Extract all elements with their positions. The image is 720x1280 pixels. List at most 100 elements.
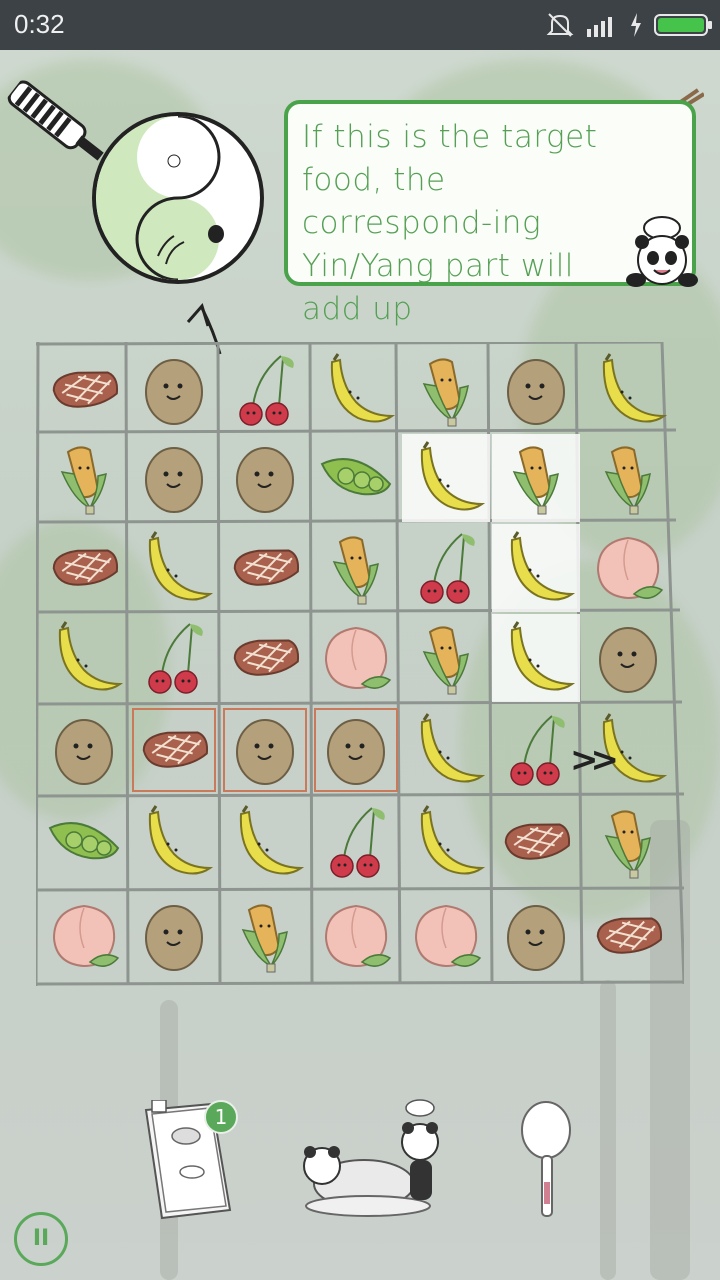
peach-icon	[324, 626, 392, 690]
board-cell-potato[interactable]	[221, 434, 309, 522]
corn-icon	[332, 536, 379, 605]
board-cell-potato[interactable]	[492, 892, 580, 980]
chevron-right-icon: >>	[570, 740, 619, 780]
board-cell-potato[interactable]	[312, 706, 400, 794]
board-cell-peach[interactable]	[312, 614, 400, 702]
board-cell-banana[interactable]	[492, 524, 580, 612]
board-cell-peach[interactable]	[312, 892, 400, 980]
peach-icon	[324, 904, 392, 968]
board-cell-steak[interactable]	[40, 524, 128, 612]
peas-icon	[48, 822, 120, 860]
board-cell-steak[interactable]	[492, 798, 580, 886]
banana-icon	[420, 713, 486, 783]
board-cell-cherry[interactable]	[312, 798, 400, 886]
board-cell-corn[interactable]	[492, 434, 580, 522]
peas-icon	[320, 458, 392, 496]
status-bar: 0:32	[0, 0, 720, 50]
board-cell-corn[interactable]	[312, 524, 400, 612]
pause-button[interactable]: II	[14, 1212, 68, 1266]
board-cell-corn[interactable]	[402, 346, 490, 434]
tooltip-text: If this is the target food, the correspo…	[302, 119, 598, 327]
board-cell-potato[interactable]	[130, 346, 218, 434]
steak-icon	[504, 823, 571, 860]
cherry-icon	[420, 533, 475, 604]
potato-icon	[327, 719, 385, 785]
banana-icon	[239, 805, 305, 875]
banana-icon	[148, 805, 214, 875]
yin-yang-icon	[96, 116, 224, 280]
board-cell-cherry[interactable]	[402, 524, 490, 612]
corn-icon	[422, 626, 469, 695]
game-board	[36, 342, 684, 986]
board-cell-banana[interactable]	[221, 798, 309, 886]
corn-icon	[60, 446, 107, 515]
panda-chef-icon	[626, 216, 698, 287]
tutorial-tooltip[interactable]: If this is the target food, the correspo…	[284, 100, 698, 327]
board-cell-peach[interactable]	[584, 524, 672, 612]
steak-icon	[52, 371, 119, 408]
board-cell-banana[interactable]	[40, 614, 128, 702]
board-cell-banana[interactable]	[130, 524, 218, 612]
corn-icon	[604, 810, 651, 879]
potato-icon	[145, 359, 203, 425]
peach-icon	[52, 904, 120, 968]
steak-icon	[233, 639, 300, 676]
board-cell-cherry[interactable]	[221, 346, 309, 434]
banana-icon	[510, 621, 576, 691]
potato-icon	[599, 627, 657, 693]
peach-icon	[414, 904, 482, 968]
board-cell-peas[interactable]	[40, 798, 128, 886]
steak-icon	[52, 549, 119, 586]
corn-icon	[512, 446, 559, 515]
board-cell-banana[interactable]	[402, 798, 490, 886]
banana-icon	[420, 805, 486, 875]
board-cell-corn[interactable]	[40, 434, 128, 522]
board-cell-potato[interactable]	[492, 346, 580, 434]
board-cell-corn[interactable]	[584, 798, 672, 886]
board-cell-corn[interactable]	[584, 434, 672, 522]
served-dish-icon[interactable]	[292, 1098, 458, 1222]
board-cell-banana[interactable]	[492, 614, 580, 702]
potato-icon	[236, 719, 294, 785]
board-cell-steak[interactable]	[221, 614, 309, 702]
board-cell-banana[interactable]	[312, 346, 400, 434]
banana-icon	[330, 353, 396, 423]
board-cell-peas[interactable]	[312, 434, 400, 522]
banana-icon	[58, 621, 124, 691]
board-cell-steak[interactable]	[40, 346, 128, 434]
board-cell-potato[interactable]	[40, 706, 128, 794]
cherry-icon	[510, 715, 565, 786]
board-cell-cherry[interactable]	[492, 706, 580, 794]
mute-icon	[546, 13, 574, 37]
cherry-icon	[148, 623, 203, 694]
board-cell-corn[interactable]	[402, 614, 490, 702]
board-cell-steak[interactable]	[221, 524, 309, 612]
board-cell-cherry[interactable]	[130, 614, 218, 702]
board-cell-potato[interactable]	[130, 892, 218, 980]
board-cell-banana[interactable]	[402, 706, 490, 794]
potato-icon	[507, 359, 565, 425]
board-cell-banana[interactable]	[130, 798, 218, 886]
potato-icon	[145, 447, 203, 513]
peach-icon	[596, 536, 664, 600]
board-cell-potato[interactable]	[130, 434, 218, 522]
banana-icon	[510, 531, 576, 601]
board-cell-potato[interactable]	[584, 614, 672, 702]
board-cell-peach[interactable]	[40, 892, 128, 980]
board-cell-potato[interactable]	[221, 706, 309, 794]
recipe-book-badge: 1	[204, 1100, 238, 1134]
banana-icon	[148, 531, 214, 601]
yin-yang-pan	[92, 112, 264, 284]
board-cell-steak[interactable]	[584, 892, 672, 980]
signal-icon	[587, 17, 612, 37]
board-cell-steak[interactable]	[130, 706, 218, 794]
board-cell-peach[interactable]	[402, 892, 490, 980]
potato-icon	[236, 447, 294, 513]
banana-icon	[602, 353, 668, 423]
potato-icon	[507, 905, 565, 971]
board-cell-banana[interactable]	[402, 434, 490, 522]
board-cell-corn[interactable]	[221, 892, 309, 980]
board-cell-banana[interactable]	[584, 346, 672, 434]
spoon-icon[interactable]	[516, 1100, 580, 1220]
corn-icon	[422, 358, 469, 427]
